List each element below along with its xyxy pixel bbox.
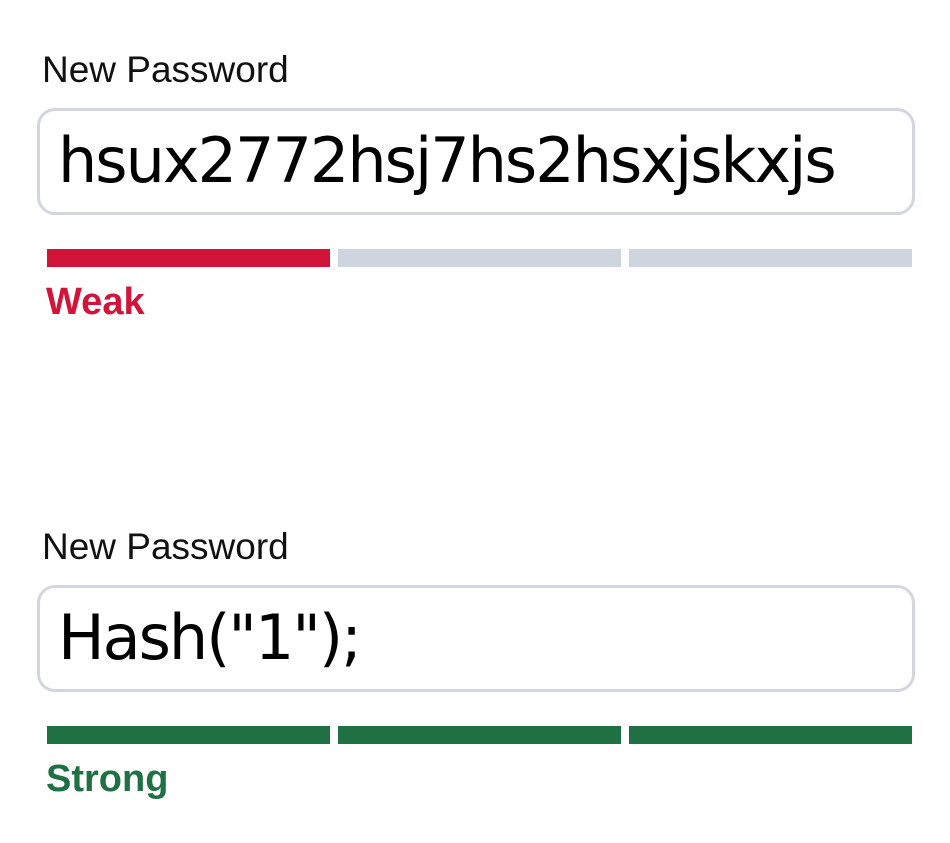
strength-segment-3 <box>629 249 912 267</box>
strength-meter <box>47 249 912 267</box>
strength-label: Strong <box>46 758 169 800</box>
password-value: Hash("1"); <box>58 601 362 674</box>
password-value: hsux2772hsj7hs2hsxjskxjs <box>58 124 837 197</box>
strength-segment-1 <box>47 726 330 744</box>
strength-segment-3 <box>629 726 912 744</box>
strength-segment-2 <box>338 726 621 744</box>
password-input[interactable]: Hash("1"); <box>37 585 915 692</box>
strength-segment-2 <box>338 249 621 267</box>
strength-meter <box>47 726 912 744</box>
strength-label: Weak <box>46 281 145 323</box>
field-label: New Password <box>42 526 289 567</box>
strength-segment-1 <box>47 249 330 267</box>
password-input[interactable]: hsux2772hsj7hs2hsxjskxjs <box>37 108 915 215</box>
field-label: New Password <box>42 49 289 90</box>
